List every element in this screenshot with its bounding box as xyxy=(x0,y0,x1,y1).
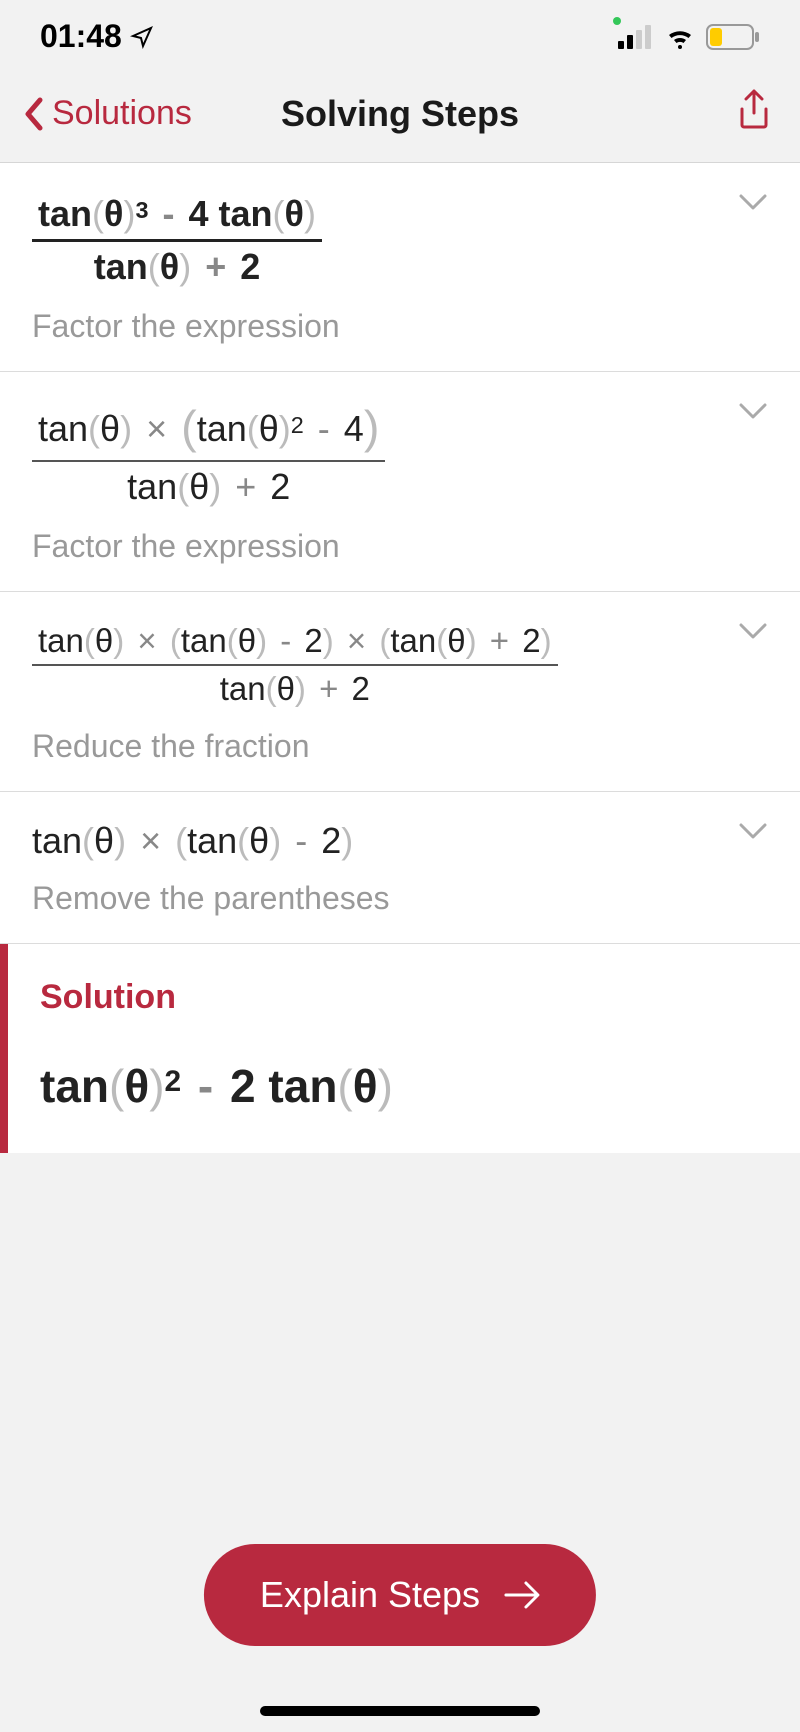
chevron-down-icon xyxy=(738,193,768,211)
expand-step-3[interactable] xyxy=(738,622,768,645)
chevron-left-icon xyxy=(22,96,46,132)
cellular-signal-icon xyxy=(618,25,654,49)
step-1[interactable]: tan(θ)3 - 4 tan(θ) tan(θ) + 2 Factor the… xyxy=(0,163,800,372)
step-1-desc: Factor the expression xyxy=(32,308,768,345)
step-4-desc: Remove the parentheses xyxy=(32,880,768,917)
explain-steps-button[interactable]: Explain Steps xyxy=(204,1544,596,1646)
chevron-down-icon xyxy=(738,622,768,640)
status-time-group: 01:48 xyxy=(40,18,154,55)
expand-step-4[interactable] xyxy=(738,822,768,845)
step-2[interactable]: tan(θ) × (tan(θ)2 - 4) tan(θ) + 2 Factor… xyxy=(0,372,800,592)
step-1-expression: tan(θ)3 - 4 tan(θ) tan(θ) + 2 xyxy=(32,191,768,290)
back-label: Solutions xyxy=(52,94,192,133)
status-bar: 01:48 xyxy=(0,0,800,69)
solution-expression: tan(θ)2 - 2 tan(θ) xyxy=(40,1059,768,1113)
expand-step-2[interactable] xyxy=(738,402,768,425)
expand-step-1[interactable] xyxy=(738,193,768,216)
share-button[interactable] xyxy=(736,89,772,138)
chevron-down-icon xyxy=(738,402,768,420)
home-indicator[interactable] xyxy=(260,1706,540,1716)
step-2-expression: tan(θ) × (tan(θ)2 - 4) tan(θ) + 2 xyxy=(32,400,768,510)
step-4[interactable]: tan(θ) × (tan(θ) - 2) Remove the parenth… xyxy=(0,792,800,944)
back-button[interactable]: Solutions xyxy=(22,94,192,133)
content-area: tan(θ)3 - 4 tan(θ) tan(θ) + 2 Factor the… xyxy=(0,163,800,1153)
green-dot-icon xyxy=(612,16,622,26)
nav-bar: Solutions Solving Steps xyxy=(0,69,800,163)
step-3-expression: tan(θ) × (tan(θ) - 2) × (tan(θ) + 2) tan… xyxy=(32,620,768,710)
explain-label: Explain Steps xyxy=(260,1574,480,1616)
step-3-desc: Reduce the fraction xyxy=(32,728,768,765)
wifi-icon xyxy=(664,25,696,49)
status-time: 01:48 xyxy=(40,18,122,55)
solution-label: Solution xyxy=(40,978,768,1017)
page-title: Solving Steps xyxy=(281,93,519,135)
battery-icon xyxy=(706,24,760,50)
share-icon xyxy=(736,89,772,133)
step-2-desc: Factor the expression xyxy=(32,528,768,565)
solution-section: Solution tan(θ)2 - 2 tan(θ) xyxy=(0,944,800,1153)
status-indicators xyxy=(598,24,760,50)
step-3[interactable]: tan(θ) × (tan(θ) - 2) × (tan(θ) + 2) tan… xyxy=(0,592,800,792)
arrow-right-icon xyxy=(504,1580,540,1610)
location-arrow-icon xyxy=(130,25,154,49)
step-4-expression: tan(θ) × (tan(θ) - 2) xyxy=(32,820,768,862)
chevron-down-icon xyxy=(738,822,768,840)
